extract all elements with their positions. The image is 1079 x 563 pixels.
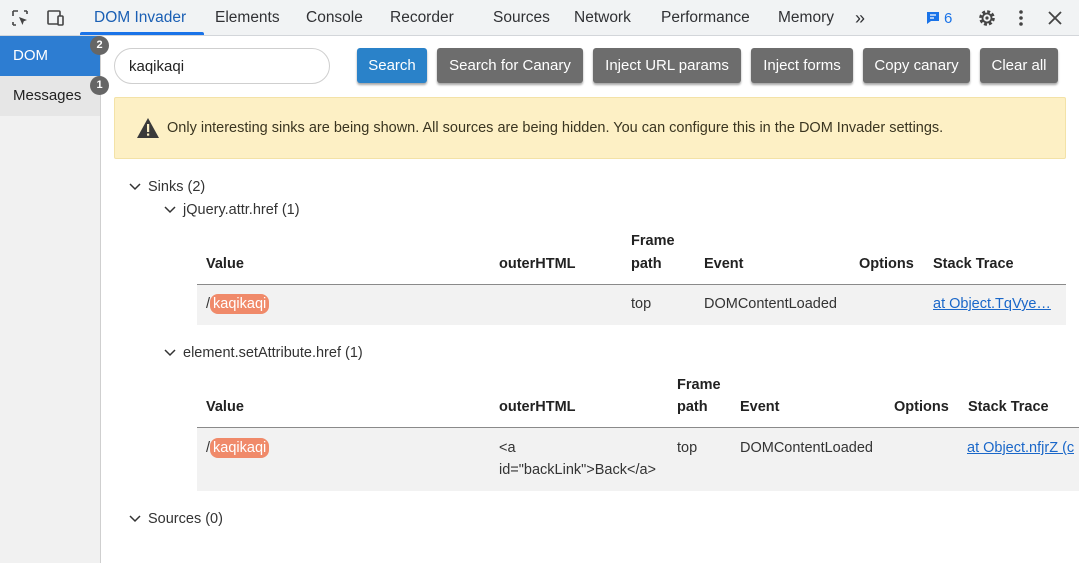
warning-banner: Only interesting sinks are being shown. … — [114, 97, 1066, 159]
chevron-down-icon[interactable] — [163, 203, 177, 217]
frame-path-cell: top — [677, 440, 698, 456]
search-button[interactable]: Search — [357, 48, 427, 83]
event-cell: DOMContentLoaded — [704, 296, 837, 312]
column-header-value: Value — [206, 399, 244, 415]
sidebar-item-messages[interactable]: Messages — [0, 76, 100, 116]
inspect-element-icon[interactable] — [10, 8, 30, 28]
column-header-frame: Frame — [677, 377, 721, 393]
chevron-down-icon[interactable] — [128, 180, 142, 194]
tab-performance[interactable]: Performance — [661, 0, 750, 36]
column-header-event: Event — [704, 256, 744, 272]
sink-node-jquery-attr-href[interactable]: jQuery.attr.href (1) — [163, 202, 300, 218]
column-header-stack-trace: Stack Trace — [968, 399, 1049, 415]
inject-url-params-button[interactable]: Inject URL params — [593, 48, 741, 83]
sink-name: element.setAttribute.href (1) — [183, 345, 363, 361]
column-header-path: path — [677, 399, 708, 415]
issues-count: 6 — [944, 9, 953, 27]
column-header-value: Value — [206, 256, 244, 272]
messages-count-badge: 1 — [90, 76, 109, 95]
column-header-options: Options — [859, 256, 914, 272]
chevron-down-icon[interactable] — [163, 346, 177, 360]
dom-count-badge: 2 — [90, 36, 109, 55]
tab-recorder[interactable]: Recorder — [390, 0, 454, 36]
outerhtml-cell-line1: <a — [499, 440, 516, 456]
close-icon[interactable] — [1045, 8, 1065, 28]
devtools-tab-bar: DOM Invader Elements Console Recorder So… — [0, 0, 1079, 36]
copy-canary-button[interactable]: Copy canary — [863, 48, 970, 83]
more-vertical-icon[interactable] — [1011, 8, 1031, 28]
sidebar-item-label: Messages — [13, 87, 82, 104]
tab-elements[interactable]: Elements — [215, 0, 280, 36]
chevron-down-icon[interactable] — [128, 512, 142, 526]
column-header-frame: Frame — [631, 233, 675, 249]
active-tab-indicator — [80, 32, 204, 35]
tab-sources[interactable]: Sources — [493, 0, 550, 36]
clear-all-button[interactable]: Clear all — [980, 48, 1058, 83]
column-header-path: path — [631, 256, 662, 272]
column-header-stack-trace: Stack Trace — [933, 256, 1014, 272]
stack-trace-link[interactable]: at Object.nfjrZ (c — [967, 437, 1074, 459]
sidebar-item-dom[interactable]: DOM — [0, 36, 100, 76]
tab-console[interactable]: Console — [306, 0, 363, 36]
sources-label: Sources (0) — [148, 511, 223, 527]
gear-icon[interactable] — [977, 8, 997, 28]
value-cell: / kaqikaqi — [206, 293, 270, 315]
column-header-options: Options — [894, 399, 949, 415]
stack-trace-link[interactable]: at Object.TqVye… — [933, 293, 1051, 315]
column-header-outerhtml: outerHTML — [499, 256, 576, 272]
sink-node-element-setattribute-href[interactable]: element.setAttribute.href (1) — [163, 345, 363, 361]
tab-memory[interactable]: Memory — [778, 0, 834, 36]
chat-icon — [927, 12, 939, 24]
more-tabs-button[interactable]: » — [855, 0, 865, 36]
value-cell: / kaqikaqi — [206, 437, 270, 459]
canary-highlight: kaqikaqi — [210, 438, 270, 458]
sinks-tree-node[interactable]: Sinks (2) — [128, 179, 205, 195]
inject-forms-button[interactable]: Inject forms — [751, 48, 853, 83]
sinks-label: Sinks (2) — [148, 179, 206, 195]
sidebar: DOM 2 Messages 1 — [0, 36, 109, 563]
warning-triangle-icon — [136, 117, 160, 142]
issues-counter[interactable]: 6 — [925, 8, 952, 28]
canary-highlight: kaqikaqi — [210, 294, 270, 314]
search-canary-button[interactable]: Search for Canary — [437, 48, 583, 83]
sidebar-item-label: DOM — [13, 47, 48, 64]
tab-network[interactable]: Network — [574, 0, 631, 36]
event-cell: DOMContentLoaded — [740, 440, 873, 456]
column-header-event: Event — [740, 399, 780, 415]
tab-dom-invader[interactable]: DOM Invader — [94, 0, 186, 36]
sink-name: jQuery.attr.href (1) — [183, 202, 300, 218]
sources-tree-node[interactable]: Sources (0) — [128, 511, 223, 527]
search-input[interactable] — [114, 48, 330, 84]
column-header-outerhtml: outerHTML — [499, 399, 576, 415]
frame-path-cell: top — [631, 296, 652, 312]
device-toolbar-icon[interactable] — [45, 8, 65, 28]
warning-text: Only interesting sinks are being shown. … — [167, 120, 944, 136]
outerhtml-cell-line2: id="backLink">Back</a> — [499, 462, 657, 478]
